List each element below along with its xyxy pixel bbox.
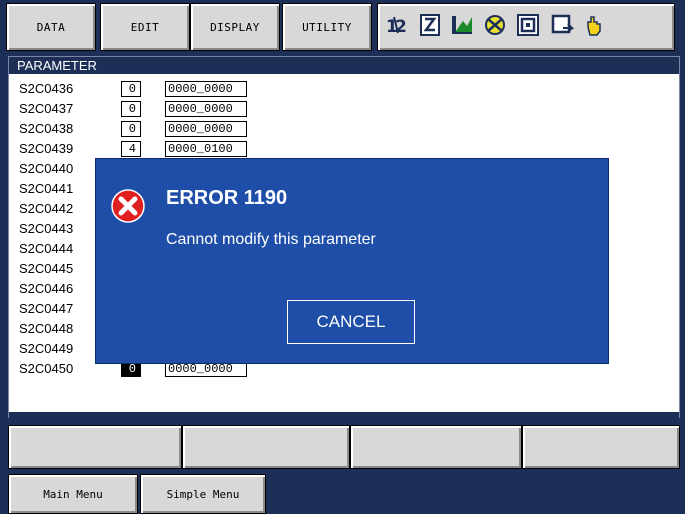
hand-icon bbox=[587, 16, 601, 36]
menu-edit-button[interactable]: EDIT bbox=[100, 3, 190, 51]
parameter-name: S2C0449 bbox=[19, 341, 74, 356]
function-key-1[interactable] bbox=[8, 425, 182, 469]
parameter-value[interactable]: 4 bbox=[121, 141, 141, 157]
parameter-name: S2C0437 bbox=[19, 101, 74, 116]
parameter-value[interactable]: 0 bbox=[121, 101, 141, 117]
parameter-value[interactable]: 0 bbox=[121, 121, 141, 137]
menu-data-button[interactable]: DATA bbox=[6, 3, 96, 51]
parameter-name: S2C0446 bbox=[19, 281, 74, 296]
cancel-button[interactable]: CANCEL bbox=[287, 300, 415, 344]
top-menu-bar: DATA EDIT DISPLAY UTILITY 1 2 bbox=[0, 0, 685, 54]
menu-utility-button[interactable]: UTILITY bbox=[282, 3, 372, 51]
parameter-name: S2C0443 bbox=[19, 221, 74, 236]
parameter-name: S2C0438 bbox=[19, 121, 74, 136]
function-key-row bbox=[0, 418, 685, 472]
parameter-name: S2C0441 bbox=[19, 181, 74, 196]
error-icon bbox=[111, 189, 145, 223]
parameter-name: S2C0448 bbox=[19, 321, 74, 336]
parameter-binary: 0000_0000 bbox=[165, 101, 247, 117]
parameter-name: S2C0439 bbox=[19, 141, 74, 156]
panel-title-bar: PARAMETER bbox=[9, 57, 679, 74]
parameter-name: S2C0442 bbox=[19, 201, 74, 216]
edit-lock-icon bbox=[420, 14, 440, 36]
coordinate-number-icon: 1 2 bbox=[386, 16, 407, 37]
main-menu-button[interactable]: Main Menu bbox=[8, 474, 138, 514]
parameter-name: S2C0440 bbox=[19, 161, 74, 176]
parameter-binary: 0000_0100 bbox=[165, 141, 247, 157]
security-level-icon bbox=[452, 16, 472, 34]
bottom-menu-row: Main Menu Simple Menu bbox=[0, 472, 685, 514]
parameter-name: S2C0447 bbox=[19, 301, 74, 316]
status-icon-area: 1 2 bbox=[377, 3, 675, 51]
error-message: Cannot modify this parameter bbox=[166, 231, 376, 248]
tool-icon bbox=[485, 15, 505, 35]
simple-menu-button[interactable]: Simple Menu bbox=[140, 474, 266, 514]
function-key-2[interactable] bbox=[182, 425, 350, 469]
parameter-binary: 0000_0000 bbox=[165, 121, 247, 137]
menu-display-button[interactable]: DISPLAY bbox=[190, 3, 280, 51]
parameter-binary: 0000_0000 bbox=[165, 81, 247, 97]
panel-title: PARAMETER bbox=[17, 58, 97, 73]
error-title: ERROR 1190 bbox=[166, 187, 288, 209]
parameter-name: S2C0450 bbox=[19, 361, 74, 376]
function-key-3[interactable] bbox=[350, 425, 522, 469]
parameter-name: S2C0445 bbox=[19, 261, 74, 276]
parameter-name: S2C0444 bbox=[19, 241, 74, 256]
function-key-4[interactable] bbox=[522, 425, 680, 469]
parameter-name: S2C0436 bbox=[19, 81, 74, 96]
error-dialog: ERROR 1190 Cannot modify this parameter … bbox=[95, 158, 609, 364]
run-mode-icon bbox=[517, 14, 539, 36]
screen-icon bbox=[551, 14, 574, 34]
parameter-value[interactable]: 0 bbox=[121, 81, 141, 97]
